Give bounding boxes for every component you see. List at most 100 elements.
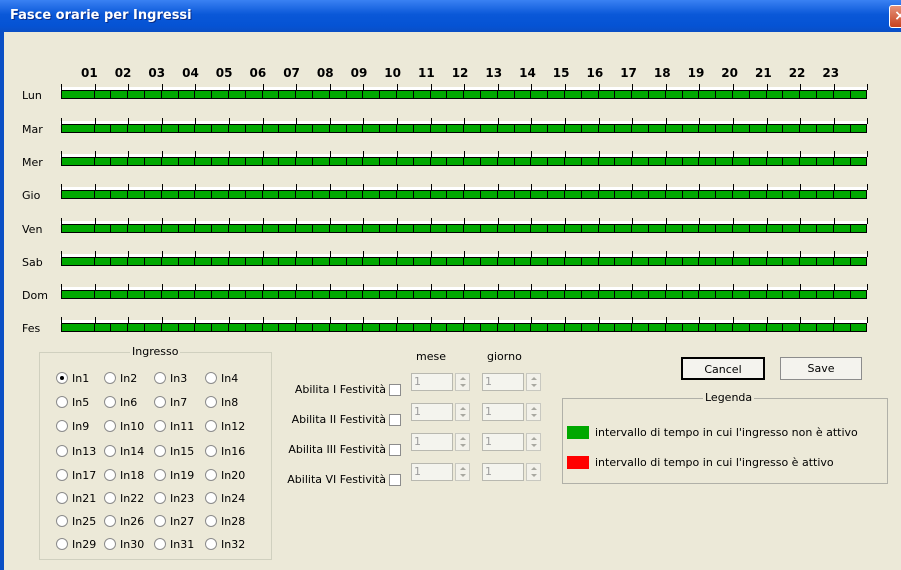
time-slot[interactable] xyxy=(665,323,683,332)
time-slot[interactable] xyxy=(766,290,784,299)
time-slot[interactable] xyxy=(800,124,817,133)
time-slot[interactable] xyxy=(447,190,465,199)
time-slot[interactable] xyxy=(296,190,313,199)
time-slot[interactable] xyxy=(77,124,95,133)
time-slot[interactable] xyxy=(749,190,767,199)
ingresso-radio[interactable]: In15 xyxy=(154,445,194,459)
time-slot[interactable] xyxy=(195,257,213,266)
time-slot[interactable] xyxy=(817,190,834,199)
giorno-spinner[interactable] xyxy=(526,373,541,391)
time-slot[interactable] xyxy=(598,257,616,266)
time-slot[interactable] xyxy=(783,257,801,266)
time-slot[interactable] xyxy=(430,124,448,133)
time-slot[interactable] xyxy=(766,90,784,99)
ingresso-radio[interactable]: In19 xyxy=(154,469,194,483)
time-slot[interactable] xyxy=(682,190,700,199)
time-slot[interactable] xyxy=(464,190,481,199)
ingresso-radio[interactable]: In12 xyxy=(205,420,245,434)
radio-circle[interactable] xyxy=(154,372,166,384)
time-slot[interactable] xyxy=(77,90,95,99)
arrow-up-icon[interactable] xyxy=(460,467,466,470)
time-slot[interactable] xyxy=(447,323,465,332)
time-slot[interactable] xyxy=(94,323,112,332)
time-slot[interactable] xyxy=(145,157,162,166)
time-slot[interactable] xyxy=(699,124,717,133)
time-slot[interactable] xyxy=(245,190,263,199)
time-slot[interactable] xyxy=(514,323,532,332)
time-slot[interactable] xyxy=(430,290,448,299)
time-slot[interactable] xyxy=(632,323,649,332)
time-slot[interactable] xyxy=(598,290,616,299)
time-slot[interactable] xyxy=(329,90,347,99)
time-slot[interactable] xyxy=(598,190,616,199)
time-slot[interactable] xyxy=(178,290,196,299)
time-slot[interactable] xyxy=(581,157,599,166)
time-slot[interactable] xyxy=(598,157,616,166)
ingresso-radio[interactable]: In31 xyxy=(154,538,194,552)
time-slot[interactable] xyxy=(800,157,817,166)
time-slot[interactable] xyxy=(279,90,297,99)
time-slot[interactable] xyxy=(497,323,515,332)
time-slot[interactable] xyxy=(229,224,246,233)
time-slot[interactable] xyxy=(682,257,700,266)
time-slot[interactable] xyxy=(716,257,733,266)
giorno-spinner[interactable] xyxy=(526,463,541,481)
time-slot[interactable] xyxy=(665,257,683,266)
time-slot[interactable] xyxy=(447,257,465,266)
time-slot[interactable] xyxy=(430,224,448,233)
time-slot[interactable] xyxy=(296,124,313,133)
time-slot[interactable] xyxy=(111,157,129,166)
time-slot[interactable] xyxy=(212,257,229,266)
time-slot[interactable] xyxy=(497,90,515,99)
time-slot[interactable] xyxy=(682,124,700,133)
radio-circle[interactable] xyxy=(104,538,116,550)
time-slot[interactable] xyxy=(313,190,330,199)
giorno-spinner[interactable] xyxy=(526,403,541,421)
time-slot[interactable] xyxy=(128,190,145,199)
time-slot[interactable] xyxy=(195,290,213,299)
time-slot[interactable] xyxy=(329,190,347,199)
time-slot[interactable] xyxy=(161,224,179,233)
time-slot[interactable] xyxy=(749,323,767,332)
ingresso-radio[interactable]: In29 xyxy=(56,538,96,552)
ingresso-radio[interactable]: In4 xyxy=(205,372,238,386)
time-slot[interactable] xyxy=(464,224,481,233)
time-slot[interactable] xyxy=(733,323,750,332)
festivita-checkbox[interactable] xyxy=(389,474,401,486)
time-slot[interactable] xyxy=(329,224,347,233)
time-slot[interactable] xyxy=(733,124,750,133)
mese-spinner[interactable] xyxy=(455,373,470,391)
radio-circle[interactable] xyxy=(205,445,217,457)
ingresso-radio[interactable]: In23 xyxy=(154,492,194,506)
giorno-input[interactable]: 1 xyxy=(482,463,524,481)
time-slot[interactable] xyxy=(581,323,599,332)
radio-circle[interactable] xyxy=(154,515,166,527)
mese-input[interactable]: 1 xyxy=(411,403,453,421)
time-slot[interactable] xyxy=(380,124,397,133)
time-slot[interactable] xyxy=(380,90,397,99)
time-slot[interactable] xyxy=(733,257,750,266)
time-slot[interactable] xyxy=(161,323,179,332)
time-slot[interactable] xyxy=(346,124,364,133)
time-slot[interactable] xyxy=(733,190,750,199)
time-slot[interactable] xyxy=(649,90,666,99)
time-slot[interactable] xyxy=(430,323,448,332)
time-slot[interactable] xyxy=(363,124,381,133)
radio-circle[interactable] xyxy=(154,492,166,504)
time-slot[interactable] xyxy=(94,157,112,166)
time-slot[interactable] xyxy=(229,124,246,133)
time-slot[interactable] xyxy=(111,323,129,332)
time-slot[interactable] xyxy=(313,124,330,133)
time-slot[interactable] xyxy=(397,257,414,266)
time-slot[interactable] xyxy=(733,224,750,233)
time-slot[interactable] xyxy=(245,124,263,133)
time-slot[interactable] xyxy=(632,90,649,99)
time-slot[interactable] xyxy=(61,124,79,133)
time-slot[interactable] xyxy=(598,90,616,99)
time-slot[interactable] xyxy=(565,190,582,199)
radio-circle[interactable] xyxy=(56,515,68,527)
time-slot[interactable] xyxy=(397,157,414,166)
time-slot[interactable] xyxy=(413,323,431,332)
festivita-checkbox[interactable] xyxy=(389,414,401,426)
time-slot[interactable] xyxy=(581,124,599,133)
